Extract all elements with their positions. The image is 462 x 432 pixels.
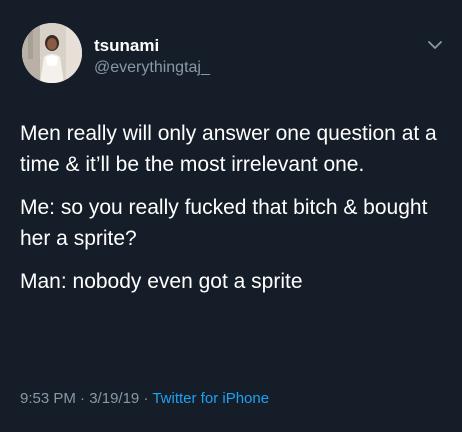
avatar-image — [22, 23, 82, 83]
tweet-paragraph: Man: nobody even got a sprite — [20, 270, 303, 293]
display-name[interactable]: tsunami — [94, 36, 159, 56]
meta-separator: · — [80, 390, 86, 407]
tweet-card: tsunami @everythingtaj_ Men really will … — [0, 0, 462, 432]
tweet-paragraph: Men really will only answer one question… — [20, 122, 437, 176]
tweet-time[interactable]: 9:53 PM — [20, 390, 76, 407]
tweet-date[interactable]: 3/19/19 — [89, 390, 139, 407]
user-handle[interactable]: @everythingtaj_ — [94, 59, 210, 77]
tweet-text: Men really will only answer one question… — [20, 118, 450, 309]
meta-separator: · — [143, 390, 149, 407]
chevron-down-icon[interactable] — [426, 38, 444, 52]
tweet-paragraph: Me: so you really fucked that bitch & bo… — [20, 196, 428, 250]
tweet-metadata: 9:53 PM · 3/19/19 · Twitter for iPhone — [20, 390, 269, 407]
tweet-source-link[interactable]: Twitter for iPhone — [152, 390, 269, 407]
avatar[interactable] — [22, 23, 82, 83]
